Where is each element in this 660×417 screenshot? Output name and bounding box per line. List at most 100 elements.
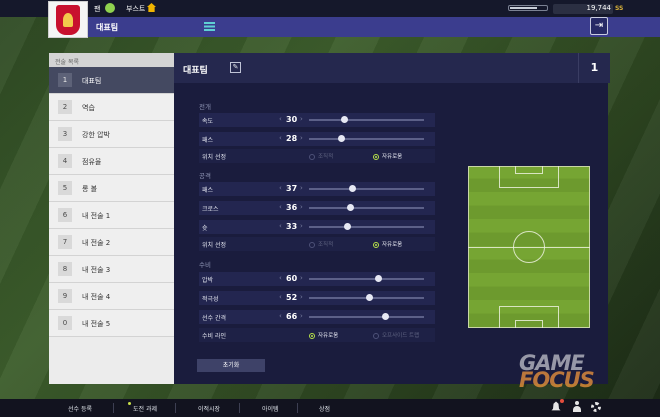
alert-dot	[560, 399, 564, 403]
decrease-arrow-icon[interactable]: ‹	[279, 222, 282, 230]
notification-dot	[128, 402, 131, 405]
top-bar: 팬 부스트 19,744 SS	[0, 0, 660, 17]
tactic-label: 점유율	[82, 158, 102, 166]
tactic-item[interactable]: 1 대표팀	[49, 67, 174, 94]
tactic-item[interactable]: 8 내 전술 3	[49, 256, 174, 283]
pitch-diagram	[468, 166, 590, 328]
slider-knob[interactable]	[347, 204, 355, 211]
tactic-item[interactable]: 5 롱 볼	[49, 175, 174, 202]
decrease-arrow-icon[interactable]: ‹	[279, 203, 282, 211]
slider-knob[interactable]	[340, 116, 348, 123]
buildup-pass-row: 패스 ‹ 28 ›	[199, 132, 435, 146]
nav-player-register[interactable]: 선수 등록	[68, 404, 92, 413]
tactic-item[interactable]: 7 내 전술 2	[49, 229, 174, 256]
decrease-arrow-icon[interactable]: ‹	[279, 134, 282, 142]
slider-knob[interactable]	[343, 223, 351, 230]
decrease-arrow-icon[interactable]: ‹	[279, 274, 282, 282]
tactic-item[interactable]: 9 내 전술 4	[49, 283, 174, 310]
gear-icon[interactable]	[591, 402, 601, 412]
centre-circle	[513, 231, 545, 263]
slider-track[interactable]	[309, 275, 424, 282]
slider-track[interactable]	[309, 204, 424, 211]
row-value: 66	[286, 312, 298, 321]
decrease-arrow-icon[interactable]: ‹	[279, 115, 282, 123]
boost-label[interactable]: 부스트	[126, 4, 145, 14]
increase-arrow-icon[interactable]: ›	[300, 312, 303, 320]
tactic-item[interactable]: 2 역습	[49, 94, 174, 121]
increase-arrow-icon[interactable]: ›	[300, 293, 303, 301]
tactic-label: 역습	[82, 104, 95, 112]
goal-box-bottom	[515, 320, 543, 328]
slider-track[interactable]	[309, 116, 424, 123]
row-label: 크로스	[202, 206, 219, 213]
nav-transfer-market[interactable]: 이적시장	[198, 404, 220, 413]
tactic-number-badge: 1	[58, 73, 72, 87]
exit-icon[interactable]: ⇥	[590, 17, 608, 35]
tactic-item[interactable]: 0 내 전술 5	[49, 310, 174, 337]
slider-knob[interactable]	[338, 135, 346, 142]
section-attack: 공격	[199, 172, 211, 180]
defence-pressure-row: 압박 ‹ 60 ›	[199, 272, 435, 286]
watermark-logo: GAME FOCUS	[519, 351, 595, 392]
increase-arrow-icon[interactable]: ›	[300, 203, 303, 211]
tactic-detail-header: 대표팀 ✎	[174, 53, 608, 83]
radio-free[interactable]: 자유로움	[309, 331, 338, 339]
buildup-positioning-row: 위치 선정 조직적 자유로움	[199, 149, 435, 163]
slider-track[interactable]	[309, 135, 424, 142]
decrease-arrow-icon[interactable]: ‹	[279, 312, 282, 320]
nav-challenges[interactable]: 도전 과제	[133, 404, 157, 413]
radio-free[interactable]: 자유로움	[373, 240, 402, 248]
row-value: 30	[286, 115, 298, 124]
reset-button[interactable]: 초기화	[197, 359, 265, 372]
tactic-number-badge: 9	[58, 289, 72, 303]
tactic-number-badge: 5	[58, 181, 72, 195]
tactic-number-badge: 2	[58, 100, 72, 114]
row-label: 적극성	[202, 296, 219, 303]
tactic-item[interactable]: 3 강한 압박	[49, 121, 174, 148]
menu-icon[interactable]	[204, 22, 215, 31]
smile-icon	[105, 3, 115, 13]
increase-arrow-icon[interactable]: ›	[300, 274, 303, 282]
slider-knob[interactable]	[381, 313, 389, 320]
tactic-number-badge: 7	[58, 235, 72, 249]
row-value: 37	[286, 184, 298, 193]
radio-free[interactable]: 자유로움	[373, 152, 402, 160]
tactic-label: 내 전술 1	[82, 212, 111, 220]
slider-knob[interactable]	[375, 275, 382, 282]
home-icon[interactable]	[147, 3, 156, 12]
tactic-label: 내 전술 5	[82, 320, 111, 328]
tactic-number-badge: 4	[58, 154, 72, 168]
row-value: 52	[286, 293, 298, 302]
increase-arrow-icon[interactable]: ›	[300, 134, 303, 142]
radio-organized[interactable]: 조직적	[309, 152, 333, 160]
increase-arrow-icon[interactable]: ›	[300, 115, 303, 123]
tactic-label: 롱 볼	[82, 185, 98, 193]
slider-track[interactable]	[309, 223, 424, 230]
radio-offside-trap[interactable]: 오프사이드 트랩	[373, 331, 419, 339]
row-label: 위치 선정	[202, 154, 226, 161]
slider-knob[interactable]	[365, 294, 373, 301]
tactic-label: 대표팀	[82, 77, 102, 85]
person-icon[interactable]	[572, 401, 582, 413]
energy-bar	[508, 5, 548, 11]
slider-track[interactable]	[309, 185, 424, 192]
nav-items[interactable]: 아이템	[262, 404, 279, 413]
buildup-speed-row: 속도 ‹ 30 ›	[199, 113, 435, 127]
slider-track[interactable]	[309, 294, 424, 301]
slider-track[interactable]	[309, 313, 424, 320]
increase-arrow-icon[interactable]: ›	[300, 222, 303, 230]
slider-knob[interactable]	[348, 185, 356, 192]
tactic-number-badge: 3	[58, 127, 72, 141]
increase-arrow-icon[interactable]: ›	[300, 184, 303, 192]
nav-shop[interactable]: 상점	[319, 404, 330, 413]
tactic-list-header: 전술 목록	[49, 53, 174, 67]
decrease-arrow-icon[interactable]: ‹	[279, 184, 282, 192]
goal-box-top	[515, 166, 543, 174]
decrease-arrow-icon[interactable]: ‹	[279, 293, 282, 301]
tactic-item[interactable]: 4 점유율	[49, 148, 174, 175]
edit-icon[interactable]: ✎	[230, 62, 241, 73]
row-value: 28	[286, 134, 298, 143]
radio-organized[interactable]: 조직적	[309, 240, 333, 248]
tactic-item[interactable]: 6 내 전술 1	[49, 202, 174, 229]
row-label: 패스	[202, 137, 214, 144]
